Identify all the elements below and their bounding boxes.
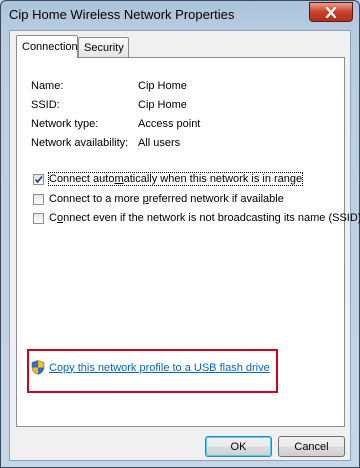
close-button[interactable] [309,2,353,22]
preferred-network-checkbox[interactable] [33,193,44,205]
tab-connection[interactable]: Connection [16,35,78,58]
window-title: Cip Home Wireless Network Properties [9,7,235,22]
network-type-value: Access point [138,118,201,130]
hidden-ssid-label: Connect even if the network is not broad… [49,212,360,224]
name-value: Cip Home [138,80,187,92]
dialog-client-area: Connection Security Name: Cip Home SSID:… [9,30,360,461]
checkmark-icon [34,175,43,183]
preferred-network-label: Connect to a more preferred network if a… [49,193,284,205]
network-type-label: Network type: [31,118,99,130]
connection-panel: Name: Cip Home SSID: Cip Home Network ty… [16,57,360,427]
ssid-label: SSID: [31,99,60,111]
availability-label: Network availability: [31,137,129,149]
ssid-value: Cip Home [138,99,187,111]
copy-profile-link[interactable]: Copy this network profile to a USB flash… [49,362,270,374]
hidden-ssid-checkbox[interactable] [33,212,44,224]
uac-shield-icon [31,360,45,375]
properties-window: Cip Home Wireless Network Properties Con… [0,0,360,468]
auto-connect-label: Connect automatically when this network … [47,172,304,186]
copy-profile-row: Copy this network profile to a USB flash… [31,360,270,375]
auto-connect-checkbox[interactable] [33,173,44,185]
tab-security-label: Security [84,41,124,54]
name-label: Name: [31,80,64,92]
auto-connect-option[interactable]: Connect automatically when this network … [33,172,304,186]
tab-connection-label: Connection [22,41,78,53]
tab-security[interactable]: Security [78,37,129,57]
cancel-button[interactable]: Cancel [278,436,345,457]
ok-button[interactable]: OK [205,436,272,457]
preferred-network-option[interactable]: Connect to a more preferred network if a… [33,193,284,205]
hidden-ssid-option[interactable]: Connect even if the network is not broad… [33,212,360,224]
availability-value: All users [138,137,181,149]
title-bar[interactable]: Cip Home Wireless Network Properties [1,1,359,29]
close-icon [325,6,337,18]
